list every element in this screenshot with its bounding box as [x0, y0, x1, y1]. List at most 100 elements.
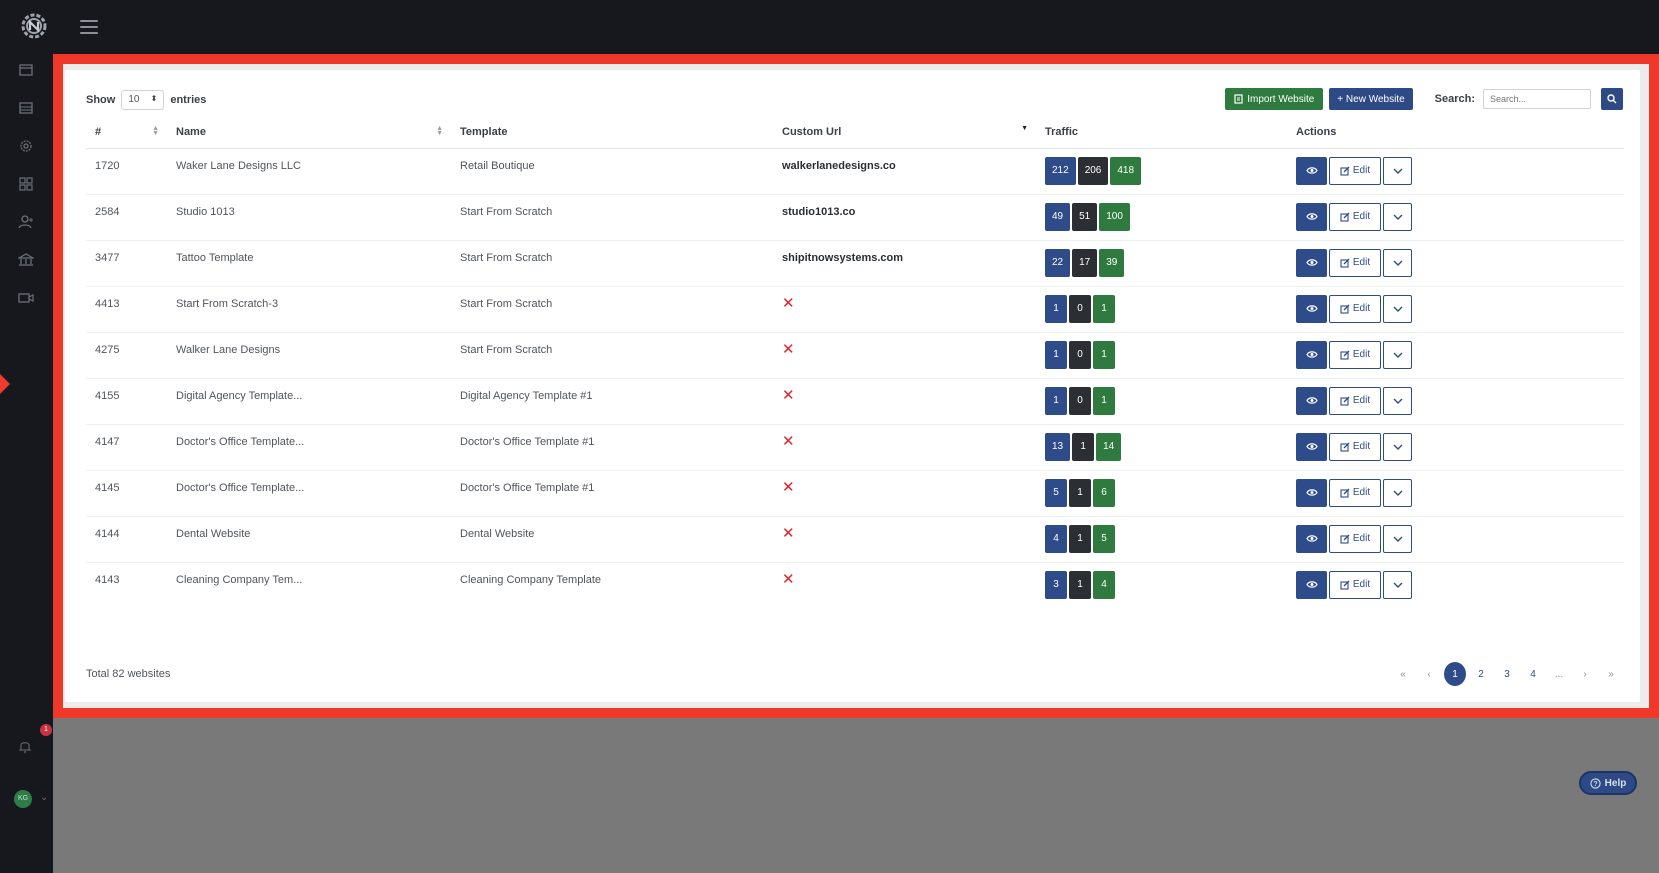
cell-custom-url: ✕ [773, 470, 1036, 517]
view-button[interactable] [1296, 248, 1327, 277]
edit-button[interactable]: Edit [1329, 248, 1381, 277]
apps-icon[interactable] [18, 176, 34, 192]
edit-button[interactable]: Edit [1329, 432, 1381, 461]
search-input[interactable] [1483, 89, 1591, 109]
page-link[interactable]: 3 [1496, 662, 1518, 686]
traffic-badge: 5 [1045, 478, 1067, 507]
traffic-group: 314 [1045, 570, 1287, 599]
more-actions-button[interactable] [1383, 294, 1412, 323]
view-button[interactable] [1296, 340, 1327, 369]
column-header-template: Template [451, 116, 773, 149]
list-icon[interactable] [18, 100, 34, 116]
view-button[interactable] [1296, 386, 1327, 415]
more-actions-button[interactable] [1383, 524, 1412, 553]
view-button[interactable] [1296, 478, 1327, 507]
menu-toggle-icon[interactable] [80, 20, 98, 34]
edit-button[interactable]: Edit [1329, 156, 1381, 185]
edit-button[interactable]: Edit [1329, 524, 1381, 553]
table-row: 4413 Start From Scratch-3 Start From Scr… [86, 286, 1624, 333]
no-url-icon: ✕ [782, 386, 795, 404]
import-website-button[interactable]: Import Website [1225, 88, 1324, 110]
cell-traffic: 101 [1036, 378, 1287, 425]
more-actions-button[interactable] [1383, 478, 1412, 507]
traffic-badge: 3 [1045, 570, 1067, 599]
cell-traffic: 13 1 14 [1036, 424, 1287, 471]
chevron-down-icon [1393, 398, 1402, 404]
eye-icon [1305, 581, 1318, 588]
custom-url[interactable]: studio1013.co [782, 206, 855, 218]
view-button[interactable] [1296, 156, 1327, 185]
avatar[interactable]: KG [14, 790, 32, 808]
page-link[interactable]: ‹ [1418, 662, 1440, 686]
top-bar [0, 0, 1659, 54]
edit-button[interactable]: Edit [1329, 478, 1381, 507]
column-header-custom-url[interactable]: Custom Url ▼ [773, 116, 1036, 149]
bank-icon[interactable] [16, 252, 36, 268]
no-url-icon: ✕ [782, 294, 795, 312]
eye-icon [1305, 351, 1318, 358]
edit-button[interactable]: Edit [1329, 570, 1381, 599]
view-button[interactable] [1296, 294, 1327, 323]
search-icon [1607, 94, 1617, 104]
new-website-button[interactable]: + New Website [1329, 88, 1413, 110]
cell-id: 4155 [86, 378, 167, 425]
more-actions-button[interactable] [1383, 432, 1412, 461]
traffic-badge: 13 [1045, 432, 1071, 461]
table-row: 4143 Cleaning Company Tem... Cleaning Co… [86, 562, 1624, 608]
cell-name: Dental Website [167, 516, 451, 563]
bell-icon[interactable] [17, 738, 33, 754]
custom-url[interactable]: walkerlanedesigns.co [782, 160, 896, 172]
column-header-name[interactable]: Name ▲ ▼ [167, 116, 451, 149]
more-actions-button[interactable] [1383, 156, 1412, 185]
sort-icon: ▲ ▼ [436, 125, 443, 137]
search-button[interactable] [1601, 88, 1623, 110]
page-link[interactable]: 1 [1444, 662, 1466, 686]
page-link[interactable]: 4 [1522, 662, 1544, 686]
traffic-badge: 4 [1045, 524, 1067, 553]
cell-actions: Edit [1287, 562, 1624, 608]
edit-icon [1340, 488, 1350, 498]
more-actions-button[interactable] [1383, 386, 1412, 415]
page-link[interactable]: › [1574, 662, 1596, 686]
cell-custom-url: ✕ [773, 332, 1036, 379]
no-url-icon: ✕ [782, 478, 795, 496]
cell-actions: Edit [1287, 516, 1624, 563]
edit-button[interactable]: Edit [1329, 202, 1381, 231]
logo-icon[interactable] [20, 12, 48, 40]
edit-icon [1340, 258, 1350, 268]
traffic-badge: 418 [1110, 156, 1142, 185]
page-link[interactable]: » [1600, 662, 1622, 686]
page-link[interactable]: « [1392, 662, 1414, 686]
chevron-down-icon[interactable]: ⌄ [40, 792, 48, 803]
entries-select[interactable]: 10 ⬍ [121, 90, 165, 110]
more-actions-button[interactable] [1383, 202, 1412, 231]
browser-window-icon[interactable] [18, 62, 34, 78]
cell-custom-url: ✕ [773, 516, 1036, 563]
video-icon[interactable] [18, 290, 34, 306]
gear-icon[interactable] [18, 138, 34, 154]
traffic-group: 49 51 100 [1045, 202, 1287, 231]
add-user-icon[interactable] [18, 214, 34, 230]
edit-button[interactable]: Edit [1329, 340, 1381, 369]
custom-url[interactable]: shipitnowsystems.com [782, 252, 903, 264]
sidebar-pointer [0, 374, 10, 394]
question-circle-icon: ? [1590, 777, 1601, 789]
cell-custom-url: shipitnowsystems.com [773, 240, 1036, 287]
view-button[interactable] [1296, 524, 1327, 553]
more-actions-button[interactable] [1383, 340, 1412, 369]
edit-button[interactable]: Edit [1329, 294, 1381, 323]
view-button[interactable] [1296, 570, 1327, 599]
view-button[interactable] [1296, 202, 1327, 231]
help-button[interactable]: ? Help [1579, 771, 1637, 795]
cell-id: 2584 [86, 194, 167, 241]
row-actions: Edit [1296, 386, 1624, 415]
view-button[interactable] [1296, 432, 1327, 461]
header-label: Custom Url [782, 125, 842, 138]
column-header-id[interactable]: # ▲ ▼ [86, 116, 167, 149]
table-row: 4275 Walker Lane Designs Start From Scra… [86, 332, 1624, 379]
more-actions-button[interactable] [1383, 570, 1412, 599]
edit-button[interactable]: Edit [1329, 386, 1381, 415]
traffic-badge: 14 [1096, 432, 1122, 461]
page-link[interactable]: 2 [1470, 662, 1492, 686]
more-actions-button[interactable] [1383, 248, 1412, 277]
